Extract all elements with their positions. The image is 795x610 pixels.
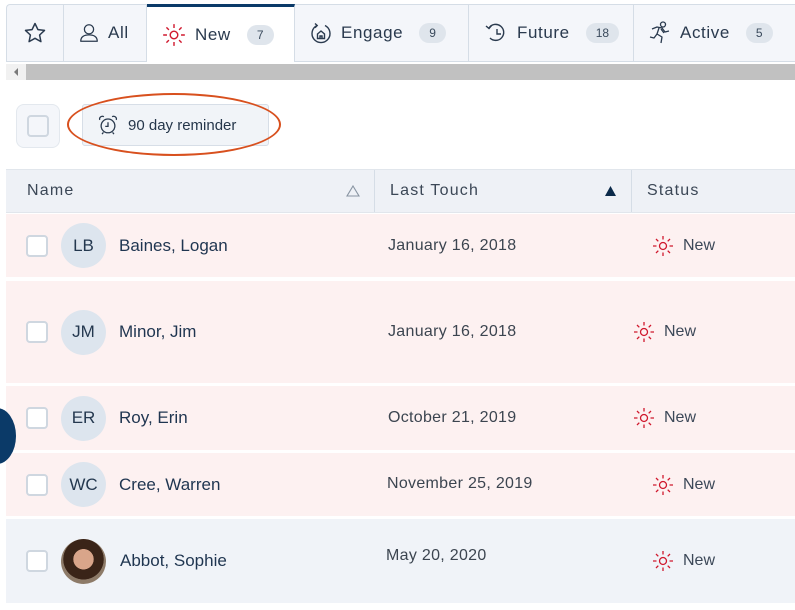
contact-name[interactable]: Abbot, Sophie (120, 551, 227, 571)
last-touch-date: January 16, 2018 (388, 323, 517, 340)
alarm-clock-icon (98, 115, 118, 135)
row-checkbox[interactable] (26, 234, 48, 257)
tab-favorites[interactable] (7, 5, 64, 61)
tab-engage-label: Engage (341, 23, 404, 42)
sun-icon (653, 235, 673, 256)
table-row[interactable]: Abbot, Sophie May 20, 2020 New (6, 519, 795, 603)
column-header-status-label: Status (647, 182, 700, 199)
contact-name[interactable]: Minor, Jim (119, 322, 196, 342)
tab-engage-count: 9 (419, 23, 446, 43)
table-row[interactable]: ER Roy, Erin October 21, 2019 New (6, 386, 795, 450)
table-row[interactable]: WC Cree, Warren November 25, 2019 New (6, 453, 795, 516)
last-touch-date: May 20, 2020 (386, 547, 487, 564)
sun-icon (653, 474, 673, 495)
status-label: New (664, 323, 697, 340)
contact-name[interactable]: Baines, Logan (119, 236, 228, 256)
row-checkbox[interactable] (26, 473, 48, 496)
tab-new-label: New (195, 24, 231, 44)
tab-active[interactable]: Active 5 (634, 5, 795, 61)
last-touch-date: November 25, 2019 (387, 475, 533, 492)
column-header-name-label: Name (27, 182, 75, 199)
ninety-day-reminder-button[interactable]: 90 day reminder (82, 104, 269, 146)
avatar: LB (61, 223, 106, 268)
star-icon (24, 22, 46, 43)
horizontal-scrollbar[interactable] (6, 64, 795, 80)
avatar-photo (61, 538, 106, 584)
sort-ascending-icon (605, 186, 616, 196)
tab-new-count: 7 (246, 24, 274, 45)
sun-icon (634, 408, 654, 428)
status-label: New (664, 409, 697, 426)
tab-engage[interactable]: Engage 9 (295, 5, 469, 61)
column-header-last-touch-label: Last Touch (390, 182, 480, 199)
status-tab-bar: All New 7 Engage 9 Future 18 Active 5 (6, 4, 795, 62)
tab-future[interactable]: Future 18 (469, 5, 634, 61)
avatar: JM (61, 309, 106, 355)
status-label: New (683, 552, 716, 569)
scroll-left-button[interactable] (6, 64, 26, 80)
tab-active-count: 5 (745, 23, 773, 43)
tab-future-label: Future (517, 23, 570, 42)
last-touch-date: October 21, 2019 (388, 409, 517, 426)
person-icon (80, 24, 98, 42)
runner-icon (649, 21, 670, 44)
column-header-status[interactable]: Status (632, 170, 795, 212)
reminder-label: 90 day reminder (128, 116, 237, 134)
contact-name[interactable]: Roy, Erin (119, 408, 188, 428)
home-cycle-icon (311, 22, 331, 44)
select-all-checkbox[interactable] (27, 115, 49, 137)
select-all-container (16, 104, 60, 148)
table-row[interactable]: LB Baines, Logan January 16, 2018 New (6, 214, 795, 277)
sun-icon (163, 23, 185, 46)
tab-active-label: Active (680, 23, 730, 42)
table-row[interactable]: JM Minor, Jim January 16, 2018 New (6, 281, 795, 383)
last-touch-date: January 16, 2018 (388, 236, 517, 254)
status-cell: New (651, 473, 715, 497)
sort-unsorted-icon (346, 185, 360, 197)
table-header: Name Last Touch Status (6, 169, 795, 213)
tab-all-label: All (108, 23, 129, 42)
tab-all[interactable]: All (64, 5, 147, 61)
status-cell: New (651, 549, 715, 573)
status-label: New (683, 475, 716, 493)
caret-left-icon (14, 68, 18, 76)
avatar: ER (61, 395, 106, 441)
status-cell: New (632, 320, 696, 344)
sun-icon (634, 322, 654, 342)
tab-future-count: 18 (585, 23, 620, 43)
status-cell: New (651, 234, 715, 258)
column-header-last-touch[interactable]: Last Touch (375, 170, 632, 212)
contact-name[interactable]: Cree, Warren (119, 475, 220, 495)
row-checkbox[interactable] (26, 407, 48, 429)
history-clock-icon (485, 23, 505, 42)
sun-icon (653, 551, 673, 571)
status-label: New (683, 236, 716, 254)
tab-new[interactable]: New 7 (147, 4, 295, 62)
status-cell: New (632, 406, 696, 430)
column-header-name[interactable]: Name (6, 170, 375, 212)
row-checkbox[interactable] (26, 321, 48, 343)
avatar: WC (61, 462, 106, 507)
row-checkbox[interactable] (26, 550, 48, 572)
